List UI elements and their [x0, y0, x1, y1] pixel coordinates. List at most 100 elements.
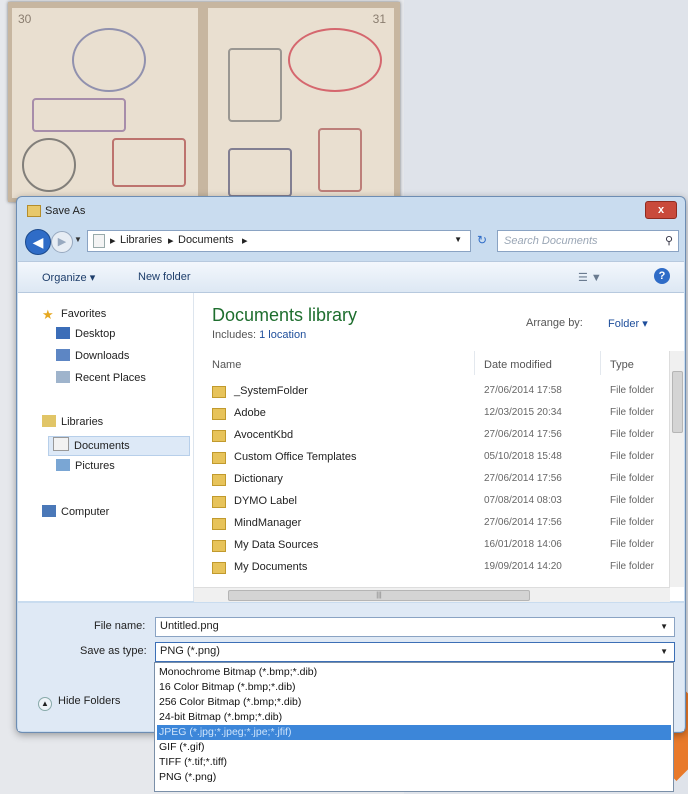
breadcrumb-separator-icon[interactable]: ▸ [168, 234, 174, 247]
dropdown-option[interactable]: 256 Color Bitmap (*.bmp;*.dib) [157, 695, 671, 710]
horizontal-scroll-thumb[interactable]: ||| [228, 590, 530, 601]
address-dropdown-icon[interactable]: ▼ [454, 235, 462, 244]
dropdown-option[interactable]: 24-bit Bitmap (*.bmp;*.dib) [157, 710, 671, 725]
stamp-icon [228, 48, 282, 122]
dropdown-option-selected[interactable]: JPEG (*.jpg;*.jpeg;*.jpe;*.jfif) [157, 725, 671, 740]
file-name: _SystemFolder [234, 385, 308, 397]
refresh-icon[interactable]: ↻ [471, 230, 493, 250]
file-name: Adobe [234, 407, 266, 419]
column-header-name[interactable]: Name [212, 359, 241, 371]
chevron-down-icon[interactable]: ▼ [660, 622, 668, 631]
column-divider[interactable] [474, 351, 475, 375]
save-as-type-select[interactable]: PNG (*.png) ▼ [155, 642, 675, 662]
file-name: Custom Office Templates [234, 451, 357, 463]
sidebar-item-label: Downloads [75, 350, 130, 362]
table-row[interactable]: My Data Sources 16/01/2018 14:06 File fo… [194, 535, 670, 557]
table-row[interactable]: _SystemFolder 27/06/2014 17:58 File fold… [194, 381, 670, 403]
chevron-down-icon[interactable]: ▼ [660, 647, 668, 656]
breadcrumb-separator-icon[interactable]: ▸ [110, 234, 116, 247]
breadcrumb-separator-icon[interactable]: ▸ [242, 234, 248, 247]
table-row[interactable]: AvocentKbd 27/06/2014 17:56 File folder [194, 425, 670, 447]
title-bar: Save As x [17, 197, 685, 223]
file-date: 05/10/2018 15:48 [484, 451, 562, 462]
table-row[interactable]: Adobe 12/03/2015 20:34 File folder [194, 403, 670, 425]
folder-icon [27, 205, 41, 217]
file-name-label: File name: [94, 620, 146, 632]
arrange-by-dropdown[interactable]: Folder ▾ [608, 317, 648, 330]
library-icon [93, 234, 105, 248]
hide-folders-label: Hide Folders [58, 695, 121, 707]
search-input[interactable]: Search Documents ⚲ [497, 230, 679, 252]
save-as-dialog: Save As x ◀ ▶ ▼ ▸ Libraries ▸ Documents … [16, 196, 686, 733]
help-icon[interactable]: ? [654, 268, 670, 284]
passport-image: 30 31 [8, 2, 400, 202]
file-date: 27/06/2014 17:56 [484, 429, 562, 440]
passport-page-right: 31 [208, 8, 394, 198]
forward-button[interactable]: ▶ [51, 231, 73, 253]
recent-locations-dropdown[interactable]: ▼ [74, 235, 82, 244]
dropdown-option[interactable]: TIFF (*.tif;*.tiff) [157, 755, 671, 770]
new-folder-button[interactable]: New folder [138, 271, 191, 283]
sidebar-item-label: Desktop [75, 328, 116, 340]
dropdown-option[interactable]: 16 Color Bitmap (*.bmp;*.dib) [157, 680, 671, 695]
file-type: File folder [610, 407, 654, 418]
dropdown-option[interactable]: PNG (*.png) [157, 770, 671, 785]
sidebar-item-label: Libraries [61, 416, 104, 428]
table-row[interactable]: DYMO Label 07/08/2014 08:03 File folder [194, 491, 670, 513]
stamp-icon [32, 98, 126, 132]
includes-locations-link[interactable]: 1 location [259, 329, 306, 341]
file-type: File folder [610, 429, 654, 440]
dropdown-option[interactable]: Monochrome Bitmap (*.bmp;*.dib) [157, 665, 671, 680]
file-date: 12/03/2015 20:34 [484, 407, 562, 418]
search-icon[interactable]: ⚲ [665, 234, 673, 247]
folder-icon [212, 430, 226, 442]
file-name: DYMO Label [234, 495, 297, 507]
back-button[interactable]: ◀ [25, 229, 51, 255]
close-button[interactable]: x [645, 201, 677, 219]
arrange-by-label: Arrange by: [526, 317, 583, 329]
sidebar-item-recent-places[interactable]: Recent Places [56, 371, 146, 389]
sidebar-item-favorites[interactable]: ★ Favorites [42, 307, 106, 325]
file-type: File folder [610, 473, 654, 484]
sidebar-item-pictures[interactable]: Pictures [56, 459, 115, 477]
vertical-scroll-thumb[interactable] [672, 371, 683, 433]
includes-label: Includes: [212, 329, 257, 341]
breadcrumb-documents[interactable]: Documents [178, 234, 234, 246]
dropdown-option[interactable]: GIF (*.gif) [157, 740, 671, 755]
organize-button[interactable]: Organize ▾ [42, 271, 95, 284]
library-includes: Includes: 1 location [212, 329, 306, 341]
file-date: 19/09/2014 14:20 [484, 561, 562, 572]
address-bar[interactable]: ▸ Libraries ▸ Documents ▸ ▼ [87, 230, 471, 252]
file-type: File folder [610, 561, 654, 572]
stamp-icon [228, 148, 292, 197]
breadcrumb-libraries[interactable]: Libraries [120, 234, 162, 246]
sidebar-item-downloads[interactable]: Downloads [56, 349, 129, 367]
table-row[interactable]: Dictionary 27/06/2014 17:56 File folder [194, 469, 670, 491]
vertical-scrollbar[interactable] [669, 351, 684, 587]
file-name-input[interactable]: Untitled.png ▼ [155, 617, 675, 637]
sidebar-item-documents[interactable]: Documents [48, 436, 190, 456]
command-toolbar: Organize ▾ New folder ☰ ▼ ? [18, 261, 684, 293]
navigation-pane: ★ Favorites Desktop Downloads Recent Plac… [18, 293, 194, 601]
table-row[interactable]: My Documents 19/09/2014 14:20 File folde… [194, 557, 670, 579]
hide-folders-button[interactable]: ▲ Hide Folders [38, 695, 120, 711]
column-divider[interactable] [600, 351, 601, 375]
file-name: My Data Sources [234, 539, 319, 551]
column-header-type[interactable]: Type [610, 359, 634, 371]
table-row[interactable]: Custom Office Templates 05/10/2018 15:48… [194, 447, 670, 469]
column-header-date[interactable]: Date modified [484, 359, 552, 371]
horizontal-scrollbar[interactable]: ||| [194, 587, 670, 602]
file-name-value: Untitled.png [160, 620, 219, 632]
stamp-icon [72, 28, 146, 92]
table-row[interactable]: MindManager 27/06/2014 17:56 File folder [194, 513, 670, 535]
pictures-icon [56, 459, 70, 471]
file-name: Dictionary [234, 473, 283, 485]
change-view-icon[interactable]: ☰ ▼ [578, 271, 602, 284]
sidebar-item-desktop[interactable]: Desktop [56, 327, 115, 345]
sidebar-item-libraries[interactable]: Libraries [42, 415, 103, 433]
file-date: 27/06/2014 17:56 [484, 517, 562, 528]
folder-icon [212, 386, 226, 398]
folder-icon [212, 562, 226, 574]
desktop-icon [56, 327, 70, 339]
sidebar-item-computer[interactable]: Computer [42, 505, 109, 523]
